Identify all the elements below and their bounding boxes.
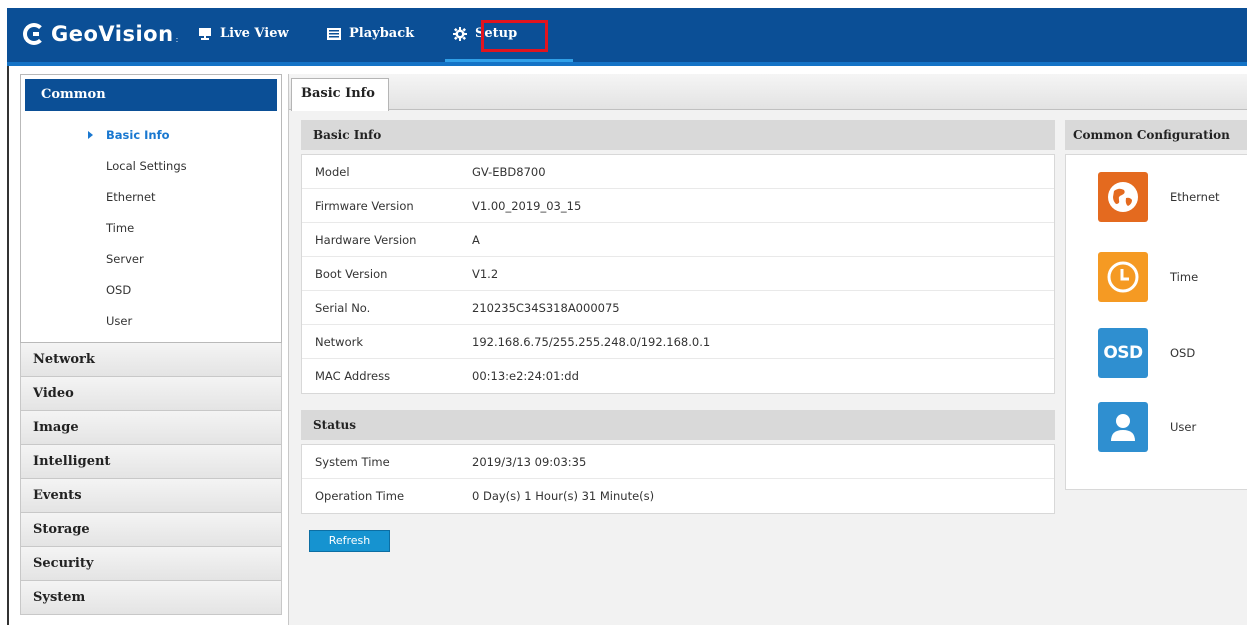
sidebar-group-system[interactable]: System (20, 581, 282, 615)
quick-link-ethernet[interactable]: Ethernet (1098, 172, 1238, 222)
user-icon (1098, 402, 1148, 452)
sidebar-group-security[interactable]: Security (20, 547, 282, 581)
gear-icon (453, 26, 467, 41)
tab-strip: Basic Info (289, 74, 1247, 111)
playback-icon (327, 27, 341, 40)
sidebar-item-local-settings[interactable]: Local Settings (21, 150, 281, 181)
nav-tab-playback[interactable]: Playback (327, 26, 414, 41)
sidebar-group-common: Common Basic Info Local Settings Etherne… (20, 74, 282, 343)
row-label: Firmware Version (315, 198, 414, 213)
sidebar-group-network[interactable]: Network (20, 343, 282, 377)
sidebar-item-label: Ethernet (106, 189, 156, 204)
logo-mark-icon (23, 23, 45, 45)
logo-text: GeoVision (51, 22, 174, 46)
row-label: Model (315, 164, 350, 179)
sidebar-item-user[interactable]: User (21, 305, 281, 336)
main-panel: Basic Info Basic Info Model GV-EBD8700 Fi… (288, 74, 1247, 625)
row-value: A (472, 232, 480, 247)
sidebar-item-label: Server (106, 251, 144, 266)
table-row: Serial No. 210235C34S318A000075 (302, 291, 1054, 325)
quick-link-label: OSD (1170, 346, 1196, 360)
sidebar-item-label: Basic Info (106, 127, 170, 142)
sidebar-subitems: Basic Info Local Settings Ethernet Time … (21, 111, 281, 342)
basic-info-heading: Basic Info (301, 120, 1055, 150)
row-value: 0 Day(s) 1 Hour(s) 31 Minute(s) (472, 489, 655, 503)
nav-tab-setup[interactable]: Setup (445, 20, 573, 63)
row-value: GV-EBD8700 (472, 164, 546, 179)
common-config-heading: Common Configuration (1065, 120, 1247, 150)
sidebar-group-video[interactable]: Video (20, 377, 282, 411)
table-row: Operation Time 0 Day(s) 1 Hour(s) 31 Minu… (302, 479, 1054, 513)
quick-link-label: User (1170, 420, 1197, 434)
clock-icon (1098, 252, 1148, 302)
table-row: Boot Version V1.2 (302, 257, 1054, 291)
nav-tab-live-view[interactable]: Live View (198, 26, 289, 41)
monitor-icon (198, 27, 212, 40)
sidebar-item-basic-info[interactable]: Basic Info (21, 119, 281, 150)
quick-link-user[interactable]: User (1098, 402, 1238, 452)
table-row: Hardware Version A (302, 223, 1054, 257)
globe-icon (1098, 172, 1148, 222)
row-value: 210235C34S318A000075 (472, 300, 620, 315)
row-label: Hardware Version (315, 232, 417, 247)
quick-link-label: Ethernet (1170, 190, 1220, 204)
row-label: MAC Address (315, 369, 391, 383)
sidebar-item-server[interactable]: Server (21, 243, 281, 274)
status-heading: Status (301, 410, 1055, 440)
row-value: 00:13:e2:24:01:dd (472, 369, 579, 383)
sidebar-item-label: Local Settings (106, 158, 187, 173)
settings-sidebar: Common Basic Info Local Settings Etherne… (12, 74, 282, 625)
quick-link-time[interactable]: Time (1098, 252, 1238, 302)
osd-icon-text: OSD (1103, 343, 1143, 363)
top-nav-bar: GeoVision : Live View Playback Setup (7, 8, 1247, 66)
status-table: System Time 2019/3/13 09:03:35 Operation … (301, 444, 1055, 514)
sidebar-item-ethernet[interactable]: Ethernet (21, 181, 281, 212)
refresh-button[interactable]: Refresh (309, 530, 390, 552)
setup-highlight-box (481, 20, 548, 52)
row-value: V1.00_2019_03_15 (472, 198, 582, 213)
sidebar-group-storage[interactable]: Storage (20, 513, 282, 547)
sidebar-group-intelligent[interactable]: Intelligent (20, 445, 282, 479)
table-row: Firmware Version V1.00_2019_03_15 (302, 189, 1054, 223)
tab-basic-info[interactable]: Basic Info (291, 78, 389, 111)
sidebar-item-label: User (106, 313, 133, 328)
osd-icon: OSD (1098, 328, 1148, 378)
table-row: System Time 2019/3/13 09:03:35 (302, 445, 1054, 479)
sidebar-item-osd[interactable]: OSD (21, 274, 281, 305)
geovision-logo: GeoVision : (23, 22, 178, 46)
sidebar-item-time[interactable]: Time (21, 212, 281, 243)
table-row: Network 192.168.6.75/255.255.248.0/192.16… (302, 325, 1054, 359)
quick-link-label: Time (1170, 270, 1199, 284)
table-row: MAC Address 00:13:e2:24:01:dd (302, 359, 1054, 393)
row-value: 192.168.6.75/255.255.248.0/192.168.0.1 (472, 334, 711, 349)
row-label: Boot Version (315, 266, 388, 281)
row-label: Serial No. (315, 300, 371, 315)
sidebar-group-image[interactable]: Image (20, 411, 282, 445)
basic-info-table: Model GV-EBD8700 Firmware Version V1.00_20… (301, 154, 1055, 394)
row-value: V1.2 (472, 266, 499, 281)
quick-link-osd[interactable]: OSD OSD (1098, 328, 1238, 378)
logo-trademark: : (175, 34, 179, 44)
sidebar-group-events[interactable]: Events (20, 479, 282, 513)
sidebar-group-header-common[interactable]: Common (25, 79, 277, 111)
sidebar-item-label: OSD (106, 282, 132, 297)
row-label: System Time (315, 454, 390, 469)
common-config-panel: Ethernet Time OSD OSD User (1065, 154, 1247, 490)
row-value: 2019/3/13 09:03:35 (472, 454, 587, 469)
caret-right-icon (88, 130, 93, 139)
sidebar-item-label: Time (106, 220, 135, 235)
nav-tab-label: Playback (349, 26, 415, 41)
table-row: Model GV-EBD8700 (302, 155, 1054, 189)
row-label: Network (315, 334, 364, 349)
nav-tab-label: Live View (220, 26, 289, 41)
row-label: Operation Time (315, 489, 405, 503)
